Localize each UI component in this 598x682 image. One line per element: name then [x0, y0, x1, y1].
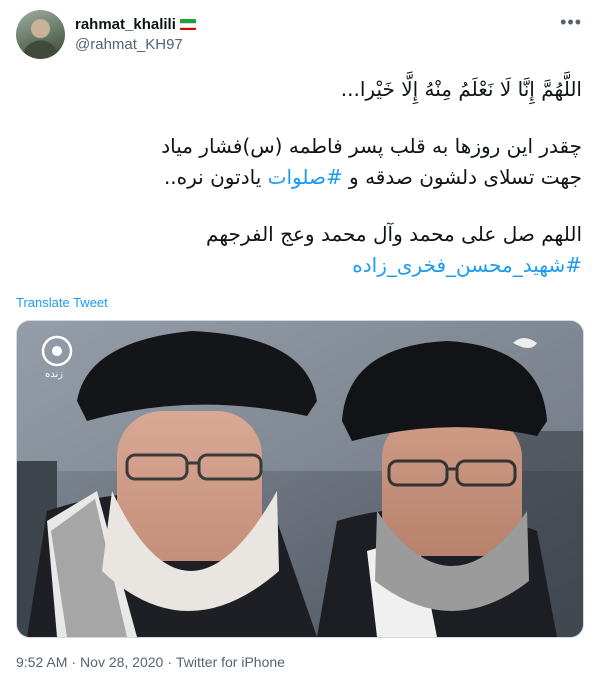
- iran-flag-icon: [179, 19, 196, 30]
- tweet-line-3-tail: یادتون نره..: [163, 165, 268, 189]
- channel-logo-label: زنده: [45, 369, 64, 380]
- translate-tweet-link[interactable]: Translate Tweet: [16, 295, 108, 310]
- tweet-line-3-text: جهت تسلای دلشون صدقه و: [342, 165, 582, 189]
- tweet-text: اللَّهُمَّ إِنَّا لَا نَعْلَمُ مِنْهُ إِ…: [16, 74, 582, 281]
- tweet-source[interactable]: Twitter for iPhone: [176, 654, 285, 670]
- tweet-header: rahmat_khalili @rahmat_KH97 •••: [16, 10, 582, 60]
- media-illustration: [17, 321, 583, 637]
- tweet-footer: 9:52 AM · Nov 28, 2020 · Twitter for iPhone: [16, 654, 285, 670]
- tweet-time[interactable]: 9:52 AM: [16, 654, 67, 670]
- author-name-line: rahmat_khalili: [75, 16, 196, 33]
- hashtag-salavat[interactable]: #صلوات: [268, 165, 343, 189]
- tweet-line-5: #شهید_محسن_فخری_زاده: [16, 250, 582, 281]
- hashtag-shahid[interactable]: #شهید_محسن_فخری_زاده: [352, 253, 582, 277]
- tweet-line-4: اللهم صل علی محمد وآل محمد وعج الفرجهم: [206, 222, 582, 246]
- author-name[interactable]: rahmat_khalili: [75, 16, 176, 33]
- tweet-line-3: جهت تسلای دلشون صدقه و #صلوات یادتون نره…: [16, 162, 582, 193]
- more-horizontal-icon[interactable]: •••: [560, 12, 582, 33]
- avatar[interactable]: [16, 10, 65, 59]
- tweet-line-1: اللَّهُمَّ إِنَّا لَا نَعْلَمُ مِنْهُ إِ…: [340, 77, 582, 101]
- tweet-date[interactable]: Nov 28, 2020: [80, 654, 163, 670]
- tweet-media-image[interactable]: زنده: [16, 320, 584, 638]
- author-handle[interactable]: @rahmat_KH97: [75, 36, 183, 53]
- tweet-line-2: چقدر این روزها به قلب پسر فاطمه (س)فشار …: [161, 134, 582, 158]
